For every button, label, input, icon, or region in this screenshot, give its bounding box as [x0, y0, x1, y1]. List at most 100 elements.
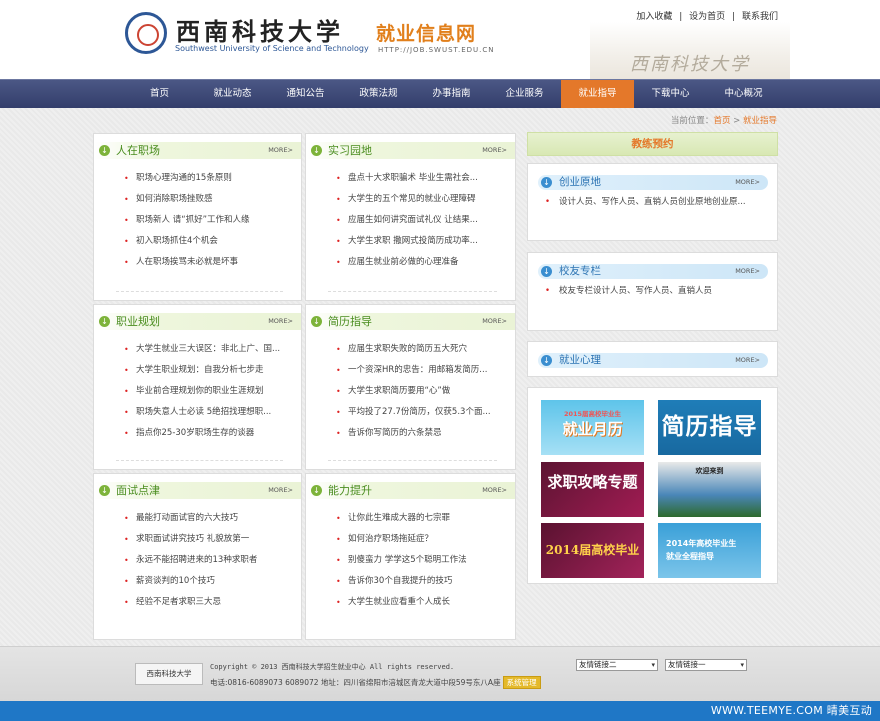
list-item[interactable]: 大学生的五个常见的就业心理障碍 [336, 189, 478, 210]
breadcrumb-home[interactable]: 首页 [713, 116, 730, 126]
banner-jobmonth[interactable]: 2015届高校毕业生 就业月历 [541, 400, 644, 455]
panel-title[interactable]: 简历指导 [328, 313, 372, 330]
arrow-down-icon: ↓ [311, 316, 322, 327]
nav-item-career-guidance[interactable]: 就业指导 [561, 80, 634, 108]
university-seal-icon[interactable] [125, 12, 167, 54]
contact-us-link[interactable]: 联系我们 [742, 12, 778, 22]
list-item[interactable]: 让你此生难成大器的七宗罪 [336, 508, 467, 529]
contact-info: 电话:0816-6089073 6089072 地址：四川省绵阳市涪城区青龙大道… [210, 676, 541, 689]
nav-item-notices[interactable]: 通知公告 [269, 80, 342, 108]
banner-campus[interactable]: 欢迎来到 [658, 462, 761, 517]
list-item[interactable]: 大学生就业应看重个人成长 [336, 592, 467, 613]
sidebar-block-title[interactable]: 就业心理 [559, 353, 601, 368]
panel-internship: ↓ 实习园地 MORE> 盘点十大求职骗术 毕业生需社会... 大学生的五个常见… [305, 133, 516, 301]
banner-2014calendar[interactable]: 2014届高校毕业生就业月历 [541, 523, 644, 578]
more-link[interactable]: MORE> [268, 142, 293, 159]
list-item[interactable]: 职场心理沟通的15条原则 [124, 168, 250, 189]
list-item[interactable]: 初入职场抓住4个机会 [124, 231, 250, 252]
nav-item-home[interactable]: 首页 [123, 80, 196, 108]
more-link[interactable]: MORE> [482, 482, 507, 499]
panel-title[interactable]: 职业规划 [116, 313, 160, 330]
add-favorite-link[interactable]: 加入收藏 [636, 12, 672, 22]
more-link[interactable]: MORE> [735, 353, 760, 368]
coach-booking-title[interactable]: 教练预约 [527, 132, 778, 156]
panel-resume-guide: ↓ 简历指导 MORE> 应届生求职失败的简历五大死穴 一个资深HR的忠告：用邮… [305, 304, 516, 470]
list-item[interactable]: 告诉你写简历的六条禁忌 [336, 423, 491, 444]
banner-resume[interactable]: 简历指导 [658, 400, 761, 455]
list-item[interactable]: 如何消除职场挫败感 [124, 189, 250, 210]
set-homepage-link[interactable]: 设为首页 [689, 12, 725, 22]
panel-skill-improvement: ↓ 能力提升 MORE> 让你此生难成大器的七宗罪 如何治疗职场拖延症？ 别傻蛮… [305, 473, 516, 640]
more-link[interactable]: MORE> [735, 175, 760, 190]
contact-text: 电话:0816-6089073 6089072 地址：四川省绵阳市涪城区青龙大道… [210, 678, 501, 687]
arrow-down-icon: ↓ [311, 145, 322, 156]
panel-career-planning: ↓ 职业规划 MORE> 大学生就业三大误区：非北上广、国... 大学生职业规划… [93, 304, 302, 470]
list-item[interactable]: 职场新人 请“抓好”工作和人缘 [124, 210, 250, 231]
list-item[interactable]: 一个资深HR的忠告：用邮箱发简历... [336, 360, 491, 381]
panel-title[interactable]: 人在职场 [116, 142, 160, 159]
list-item[interactable]: 设计人员、写作人员、直销人员创业原地创业原... [545, 196, 746, 208]
banner-2014guide[interactable]: 2014年高校毕业生 就业全程指导 [658, 523, 761, 578]
list-item[interactable]: 大学生求职 撒网式投简历成功率... [336, 231, 478, 252]
divider [116, 291, 283, 292]
divider [116, 460, 283, 461]
sidebar-block-psychology: ↓ 就业心理 MORE> [527, 341, 778, 377]
more-link[interactable]: MORE> [268, 313, 293, 330]
nav-item-about[interactable]: 中心概况 [707, 80, 780, 108]
more-link[interactable]: MORE> [482, 313, 507, 330]
banner-jobstrategy[interactable]: 求职攻略专题 [541, 462, 644, 517]
list-item[interactable]: 应届生如何讲究面试礼仪 让结果... [336, 210, 478, 231]
nav-item-policy[interactable]: 政策法规 [342, 80, 415, 108]
nav-item-news[interactable]: 就业动态 [196, 80, 269, 108]
list-item[interactable]: 永远不能招聘进来的13种求职者 [124, 550, 257, 571]
list-item[interactable]: 大学生就业三大误区：非北上广、国... [124, 339, 280, 360]
list-item[interactable]: 校友专栏设计人员、写作人员、直销人员 [545, 285, 712, 297]
list-item[interactable]: 经验不足者求职三大忌 [124, 592, 257, 613]
list-item[interactable]: 指点你25-30岁职场生存的谈器 [124, 423, 280, 444]
panel-title[interactable]: 能力提升 [328, 482, 372, 499]
list-item[interactable]: 平均投了27.7份简历，仅获5.3个面... [336, 402, 491, 423]
list-item[interactable]: 职场失意人士必读 5绝招找理想职... [124, 402, 280, 423]
more-link[interactable]: MORE> [735, 264, 760, 279]
friend-links-select-2[interactable]: 友情链接二 [576, 659, 658, 671]
arrow-down-icon: ↓ [311, 485, 322, 496]
top-links: 加入收藏 | 设为首页 | 联系我们 [634, 9, 780, 22]
university-name-cn[interactable]: 西南科技大学 [176, 12, 344, 47]
arrow-down-icon: ↓ [541, 177, 552, 188]
list-item[interactable]: 盘点十大求职骗术 毕业生需社会... [336, 168, 478, 189]
banner-caption: 就业月历 [562, 420, 623, 438]
list-item[interactable]: 人在职场挨骂未必就是坏事 [124, 252, 250, 273]
panel-header: ↓ 面试点津 MORE> [94, 482, 301, 499]
friend-links-select-1[interactable]: 友情链接一 [665, 659, 747, 671]
banner-caption: 2014年高校毕业生 [666, 539, 737, 548]
nav-item-guide[interactable]: 办事指南 [415, 80, 488, 108]
list-item[interactable]: 毕业前合理规划你的职业生涯规划 [124, 381, 280, 402]
list-item[interactable]: 告诉你30个自我提升的技巧 [336, 571, 467, 592]
list-item[interactable]: 应届生求职失败的简历五大死穴 [336, 339, 491, 360]
sidebar-block-title[interactable]: 校友专栏 [559, 264, 601, 279]
list-item[interactable]: 别傻蛮力 学学这5个聪明工作法 [336, 550, 467, 571]
banner-grid: 2015届高校毕业生 就业月历 简历指导 求职攻略专题 欢迎来到 2014届高校… [527, 387, 778, 584]
header-decoration-calligraphy: 西南科技大学 [630, 54, 750, 75]
banner-caption: 2014届高校毕业生就业月历 [545, 543, 640, 557]
list-item[interactable]: 大学生职业规划：自我分析七步走 [124, 360, 280, 381]
breadcrumb: 当前位置：首页 > 就业指导 [671, 114, 777, 126]
nav-item-downloads[interactable]: 下载中心 [634, 80, 707, 108]
site-url: HTTP://JOB.SWUST.EDU.CN [378, 46, 495, 54]
more-link[interactable]: MORE> [268, 482, 293, 499]
panel-title[interactable]: 面试点津 [116, 482, 160, 499]
list-item[interactable]: 求职面试讲究技巧 礼貌放第一 [124, 529, 257, 550]
more-link[interactable]: MORE> [482, 142, 507, 159]
list-item[interactable]: 如何治疗职场拖延症？ [336, 529, 467, 550]
panel-header: ↓ 能力提升 MORE> [306, 482, 515, 499]
list-item[interactable]: 薪资谈判的10个技巧 [124, 571, 257, 592]
list-item[interactable]: 大学生求职简历要用“心”做 [336, 381, 491, 402]
list-item[interactable]: 应届生就业前必做的心理准备 [336, 252, 478, 273]
copyright-text: Copyright © 2013 西南科技大学招生就业中心 All rights… [210, 663, 455, 671]
sidebar-block-title[interactable]: 创业原地 [559, 175, 601, 190]
admin-button[interactable]: 系统管理 [502, 676, 541, 689]
list-item[interactable]: 最能打动面试官的六大技巧 [124, 508, 257, 529]
nav-item-enterprise[interactable]: 企业服务 [488, 80, 561, 108]
university-name-en: Southwest University of Science and Tech… [175, 44, 369, 53]
panel-title[interactable]: 实习园地 [328, 142, 372, 159]
